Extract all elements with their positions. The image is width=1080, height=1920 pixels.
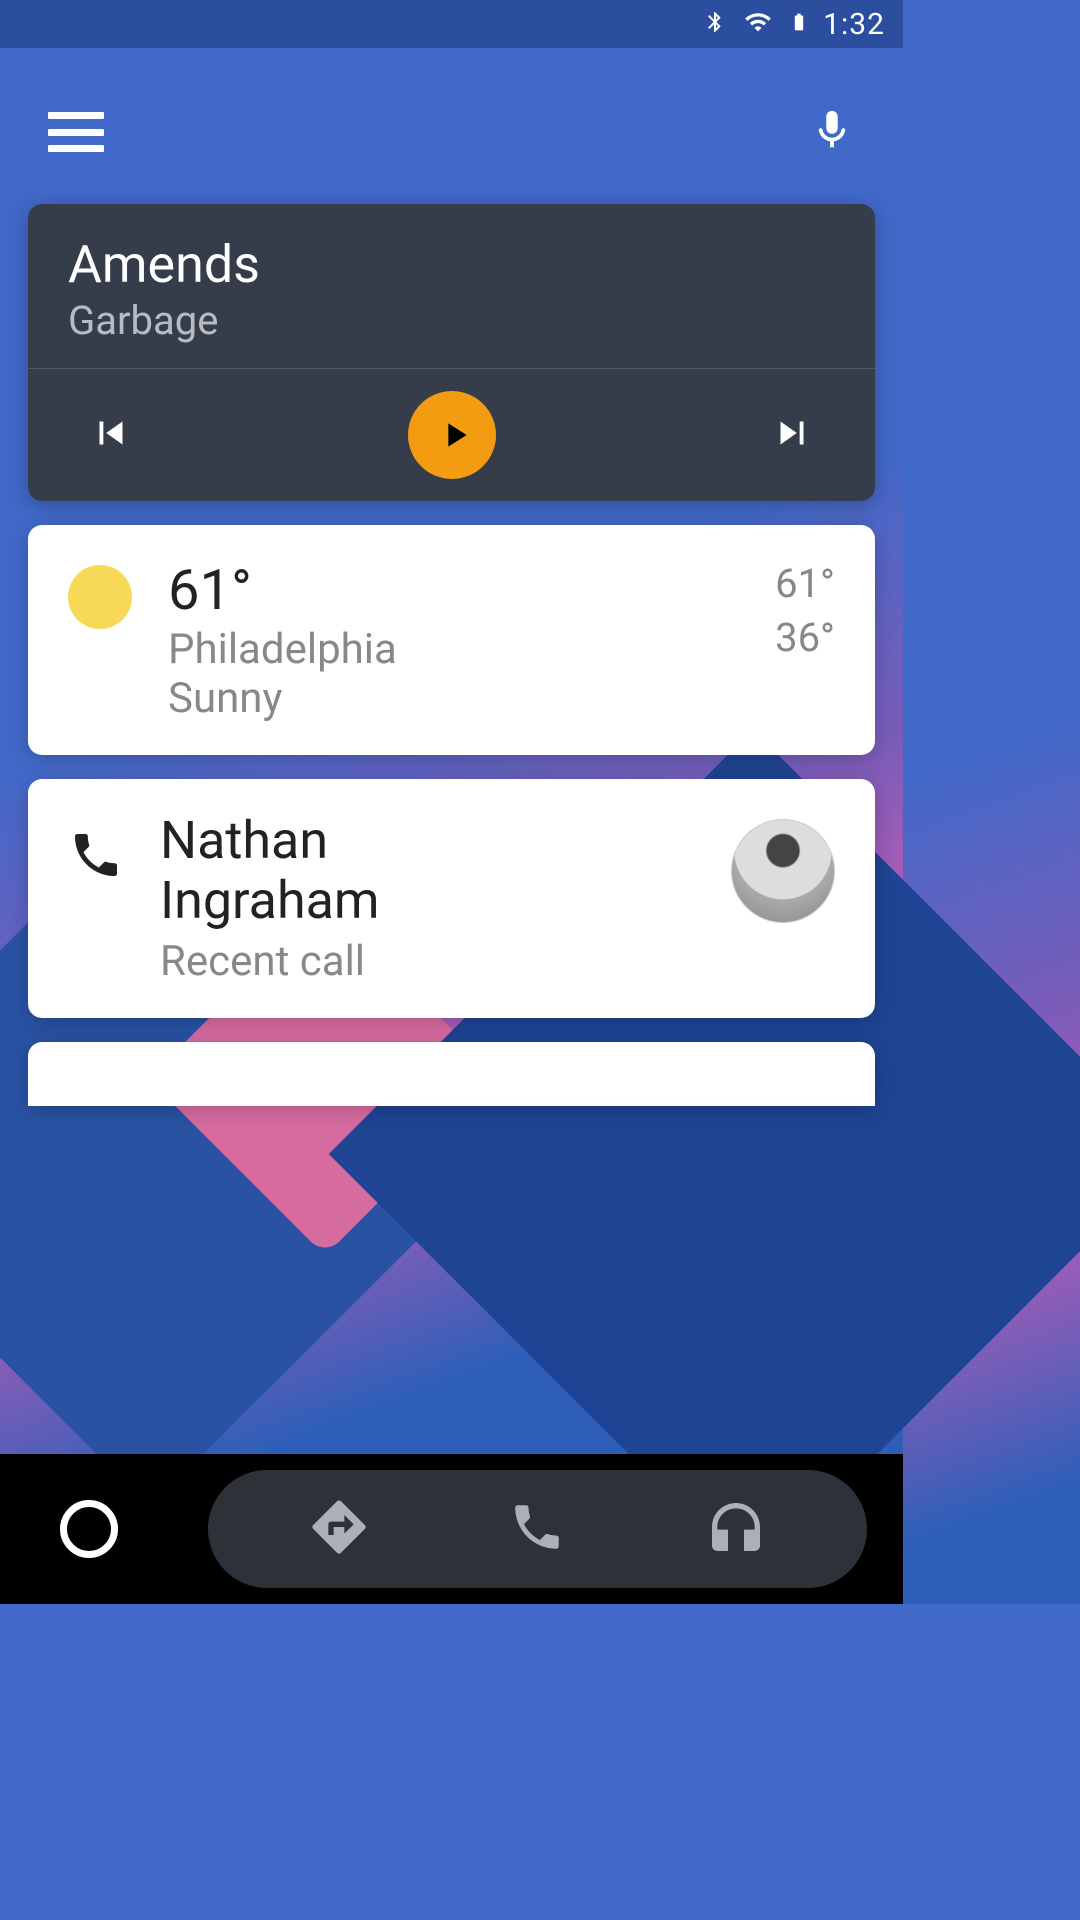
nav-navigation-button[interactable]: [307, 1495, 371, 1563]
nav-music-button[interactable]: [704, 1495, 768, 1563]
call-main: Nathan Ingraham Recent call: [160, 811, 695, 986]
weather-temp: 61°: [168, 557, 739, 623]
next-button[interactable]: [769, 410, 815, 460]
sun-icon: [68, 565, 132, 629]
media-artist: Garbage: [68, 297, 835, 344]
weather-location: Philadelphia: [168, 625, 739, 674]
weather-low: 36°: [775, 611, 835, 665]
clock-time: 1:32: [823, 7, 885, 42]
contact-avatar: [731, 819, 835, 923]
bluetooth-icon: [703, 5, 727, 43]
partial-card[interactable]: [28, 1042, 875, 1106]
call-name-line1: Nathan: [160, 811, 695, 871]
wifi-icon: [741, 8, 775, 40]
media-title: Amends: [68, 234, 835, 295]
menu-button[interactable]: [48, 112, 104, 152]
weather-card[interactable]: 61° Philadelphia Sunny 61° 36°: [28, 525, 875, 755]
previous-button[interactable]: [88, 410, 134, 460]
media-controls: [28, 369, 875, 501]
weather-high: 61°: [775, 557, 835, 611]
play-button[interactable]: [408, 391, 496, 479]
status-bar: 1:32: [0, 0, 903, 48]
app-header: [0, 48, 903, 204]
media-card[interactable]: Amends Garbage: [28, 204, 875, 501]
weather-range: 61° 36°: [775, 557, 835, 665]
home-button[interactable]: [60, 1500, 118, 1558]
voice-button[interactable]: [809, 100, 855, 164]
nav-pill: [208, 1470, 867, 1588]
cards-container: Amends Garbage 61° Philadelphia Sunny 61…: [0, 204, 903, 1106]
call-label: Recent call: [160, 937, 695, 986]
bottom-nav: [0, 1454, 903, 1604]
recent-call-card[interactable]: Nathan Ingraham Recent call: [28, 779, 875, 1018]
call-name-line2: Ingraham: [160, 871, 695, 931]
weather-main: 61° Philadelphia Sunny: [168, 557, 739, 723]
media-info: Amends Garbage: [28, 204, 875, 369]
phone-icon: [68, 827, 124, 887]
weather-condition: Sunny: [168, 674, 739, 723]
nav-phone-button[interactable]: [508, 1498, 566, 1560]
battery-icon: [789, 6, 809, 42]
